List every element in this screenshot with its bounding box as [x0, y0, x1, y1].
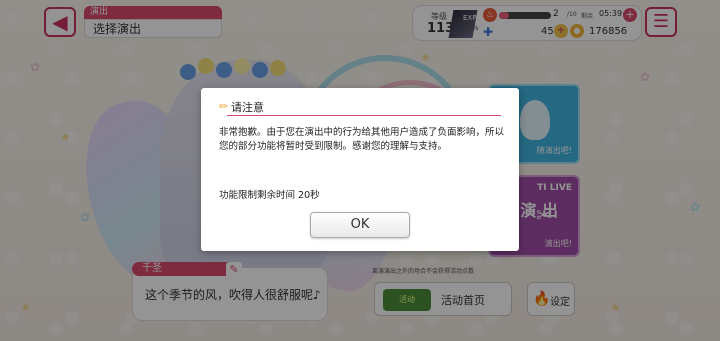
notice-modal: ✏ 请注意 非常抱歉。由于您在演出中的行为给其他用户造成了负面影响，所以您的部分…	[201, 88, 519, 251]
pencil-icon: ✏	[219, 100, 229, 113]
modal-divider	[227, 115, 501, 116]
modal-title: 请注意	[231, 101, 264, 114]
ok-button[interactable]: OK	[310, 212, 410, 238]
modal-message: 非常抱歉。由于您在演出中的行为给其他用户造成了负面影响，所以您的部分功能将暂时受…	[219, 127, 505, 152]
restriction-timer: 功能限制剩余时间 20秒	[219, 190, 320, 201]
